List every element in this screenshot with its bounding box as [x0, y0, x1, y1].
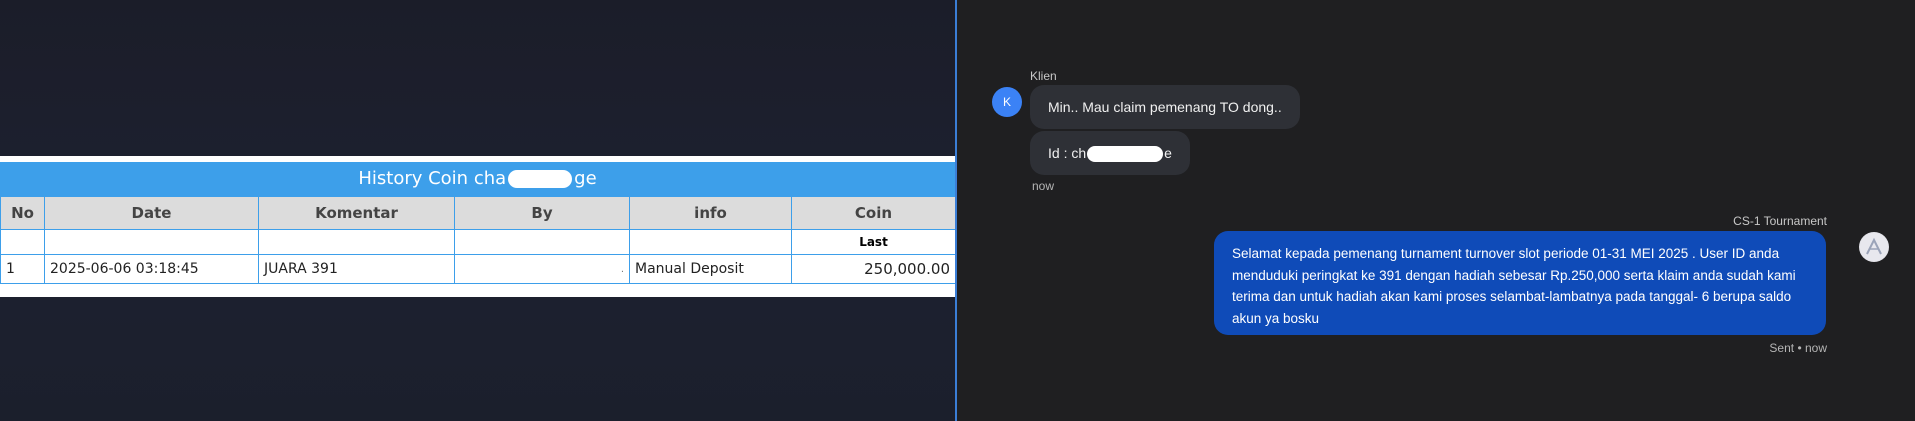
agent-message-bubble[interactable]: Selamat kepada pemenang turnament turnov… — [1214, 231, 1826, 335]
table-row: 1 2025-06-06 03:18:45 JUARA 391 . Manual… — [0, 254, 955, 284]
cell-info: Manual Deposit — [629, 254, 792, 284]
redaction-mark — [1087, 146, 1164, 163]
cell-date: 2025-06-06 03:18:45 — [44, 254, 259, 284]
empty-cell — [0, 229, 45, 255]
chat-panel: Klien K Min.. Mau claim pemenang TO dong… — [957, 0, 1915, 421]
table-title: History Coin cha ge — [0, 162, 955, 196]
client-id-bubble[interactable]: Id : ch e — [1030, 131, 1190, 175]
message-status: Sent • now — [1769, 341, 1827, 355]
empty-cell — [454, 229, 630, 255]
column-header-no: No — [0, 196, 45, 230]
cell-no: 1 — [0, 254, 45, 284]
sub-header-last: Last — [791, 229, 955, 255]
cell-komentar: JUARA 391 — [258, 254, 455, 284]
redaction-mark — [508, 170, 573, 188]
table-header-row: No Date Komentar By info Coin — [0, 196, 955, 230]
empty-cell — [44, 229, 259, 255]
client-id-prefix: Id : ch — [1048, 145, 1087, 161]
cell-coin: 250,000.00 — [791, 254, 955, 284]
agent-name: CS-1 Tournament — [1733, 214, 1827, 228]
title-suffix: ge — [574, 168, 597, 189]
column-header-date: Date — [44, 196, 259, 230]
client-avatar: K — [992, 87, 1022, 117]
client-id-suffix: e — [1164, 145, 1172, 161]
column-header-komentar: Komentar — [258, 196, 455, 230]
title-prefix: History Coin cha — [358, 168, 507, 189]
column-header-by: By — [454, 196, 630, 230]
empty-cell — [258, 229, 455, 255]
history-panel: History Coin cha ge No Date Komentar By i… — [0, 0, 955, 421]
cell-by: . — [454, 254, 630, 284]
column-header-coin: Coin — [791, 196, 955, 230]
empty-cell — [629, 229, 792, 255]
client-timestamp: now — [1032, 179, 1055, 193]
agent-avatar — [1859, 232, 1889, 262]
client-message-bubble[interactable]: Min.. Mau claim pemenang TO dong.. — [1030, 85, 1300, 129]
history-coin-table-container: History Coin cha ge No Date Komentar By i… — [0, 156, 955, 297]
column-header-info: info — [629, 196, 792, 230]
agent-avatar-icon — [1860, 233, 1888, 261]
cell-by-value: . — [620, 263, 624, 275]
sub-header-row: Last — [0, 229, 955, 255]
history-coin-table: No Date Komentar By info Coin Last 1 202… — [0, 196, 955, 284]
client-name: Klien — [1030, 69, 1057, 83]
